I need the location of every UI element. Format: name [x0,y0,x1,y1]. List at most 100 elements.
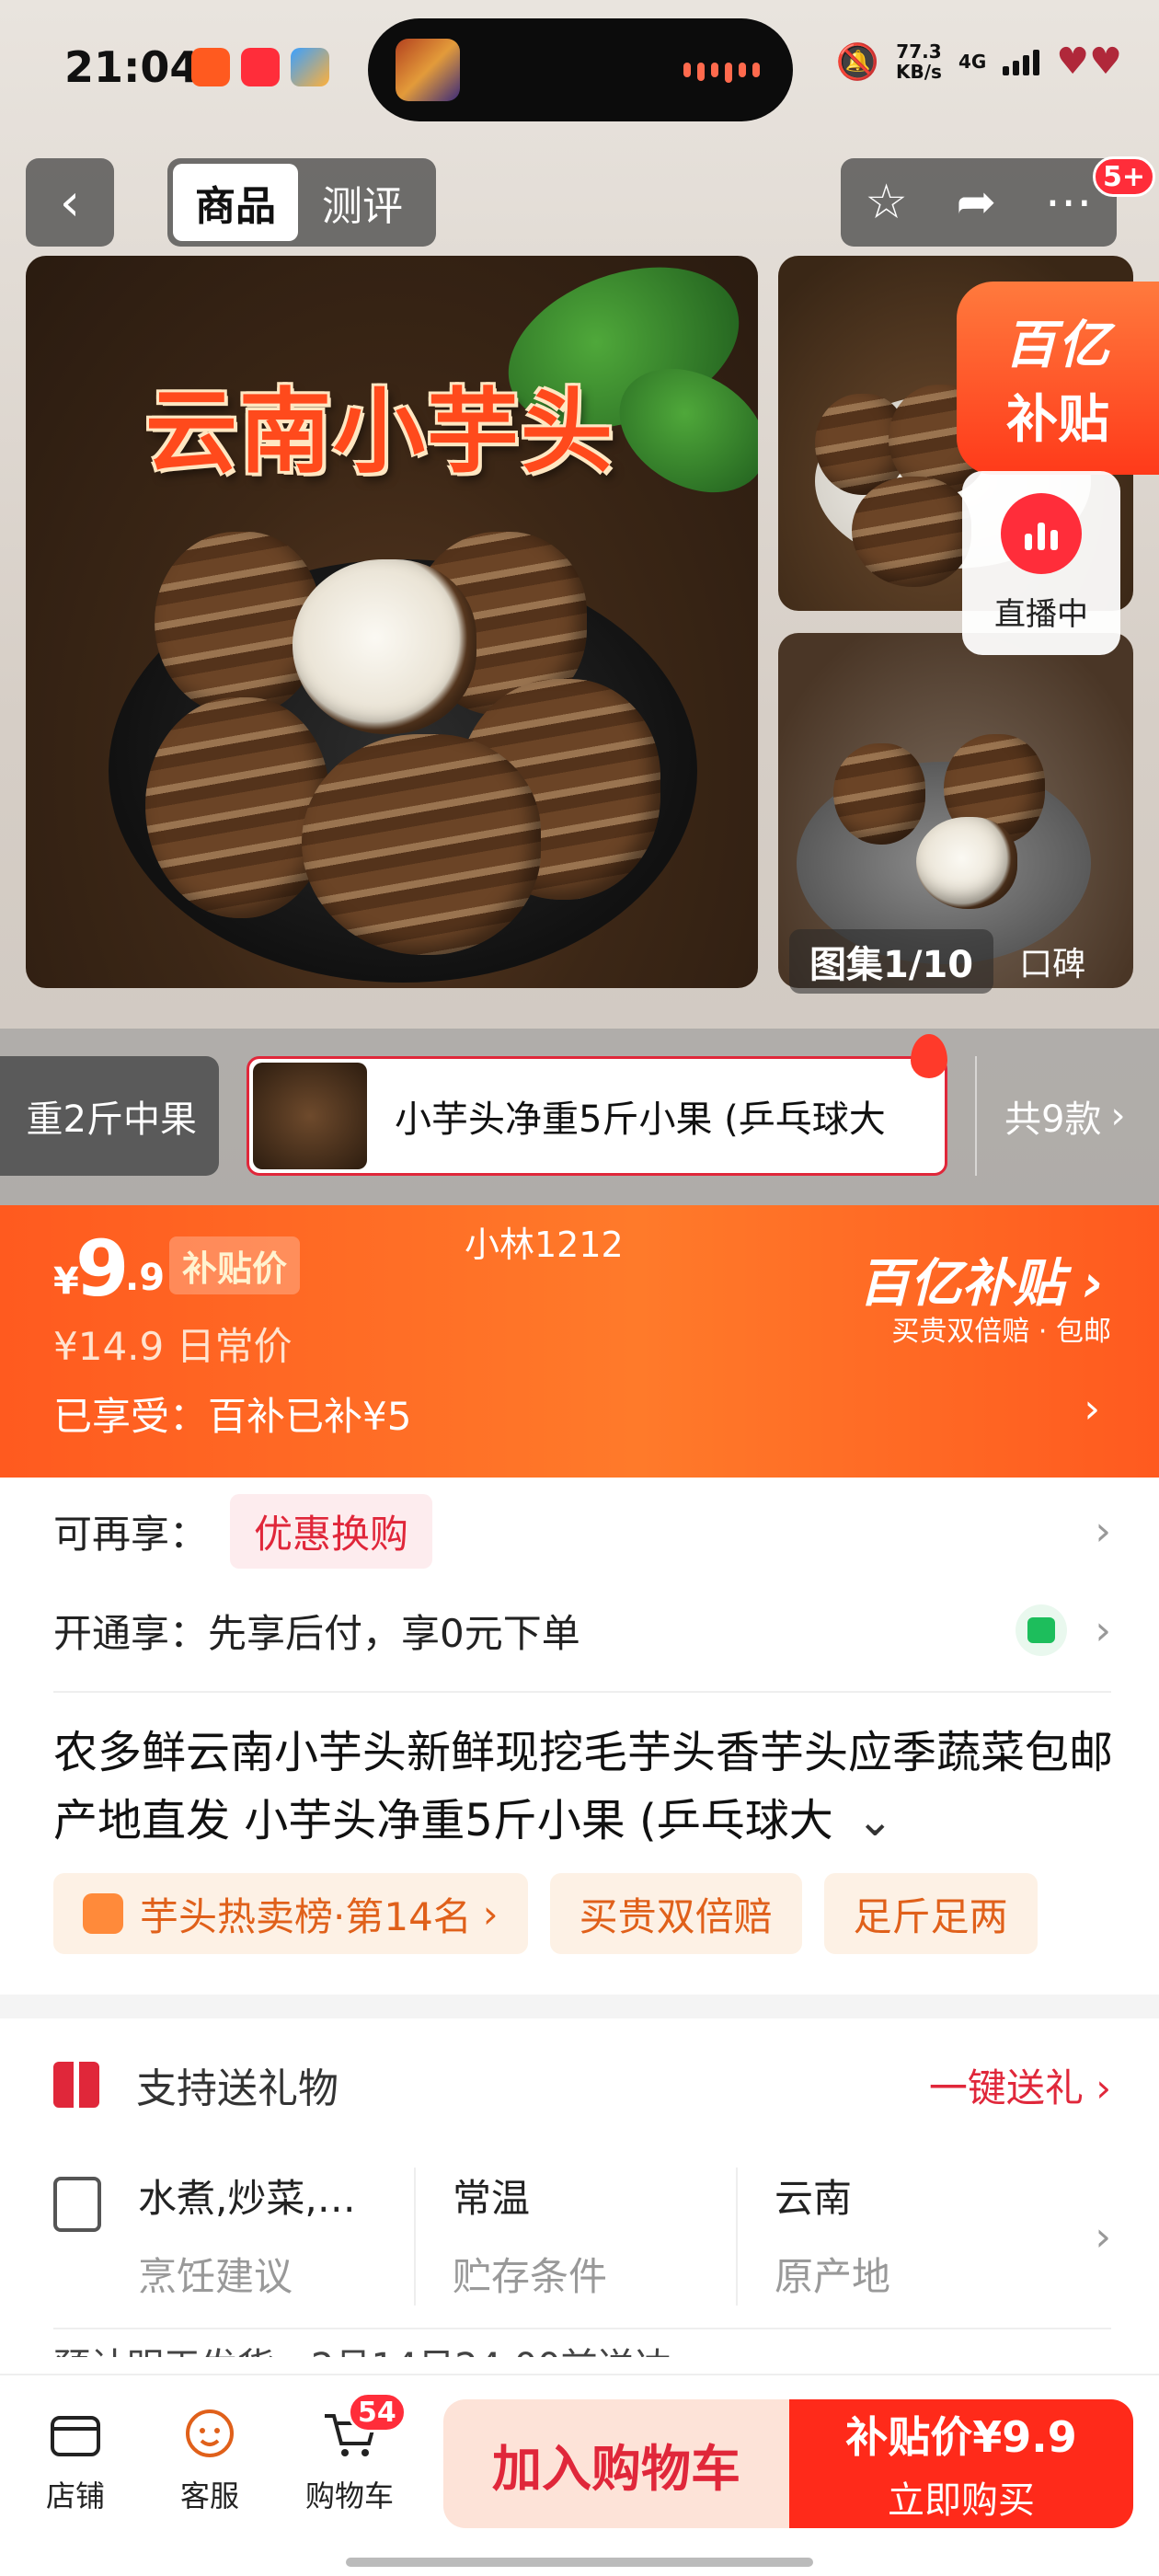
net-speed-unit: KB/s [895,61,942,83]
chevron-right-icon[interactable]: › [1084,1386,1100,1432]
attribute-origin: 云南 原产地 [736,2168,1012,2306]
taro [302,734,541,955]
status-bar: 21:04 🔕 77.3 KB/s 4G ♥♥ [0,0,1159,138]
tag-ranking[interactable]: 芋头热卖榜·第14名 › [53,1873,528,1954]
product-title[interactable]: 农多鲜云南小芋头新鲜现挖毛芋头香芋头应季蔬菜包邮产地直发 小芋头净重5斤小果 (… [53,1719,1120,1855]
taro-cut [916,817,1017,909]
game-thumbnail-icon [396,39,460,101]
subsidy-enjoyed[interactable]: 已享受：百补已补¥5 [53,1386,411,1442]
gallery-index[interactable]: 图集1/10 [789,929,994,994]
price-integer: 9 [75,1224,130,1314]
attribute-value: 常温 [453,2176,531,2221]
sku-option-selected[interactable]: 小芋头净重5斤小果 (乒乓球大 [247,1056,947,1176]
customer-service-button[interactable]: 客服 [145,2403,274,2515]
back-button[interactable]: ‹ [26,158,114,247]
chevron-right-icon: › [1095,1606,1111,1654]
gallery-reviews[interactable]: 口碑 [1019,937,1085,985]
section-gap [0,1995,1159,2018]
customer-service-label: 客服 [179,2478,239,2513]
gift-row[interactable]: 支持送礼物 一键送礼 › [53,2046,1111,2123]
chevron-right-icon: › [482,1891,499,1937]
home-indicator[interactable] [346,2558,813,2567]
sku-thumbnail [253,1063,367,1169]
store-icon [51,2416,100,2456]
mute-bell-icon: 🔕 [835,40,879,82]
attribute-storage: 常温 贮存条件 [414,2168,736,2306]
gift-label: 支持送礼物 [136,2065,339,2112]
chevron-down-icon[interactable]: ⌄ [856,1795,893,1846]
send-gift-link[interactable]: 一键送礼 › [929,2057,1111,2113]
app-notification-icon [241,48,280,86]
buy-now-price: 补贴价¥9.9 [845,2412,1077,2462]
tab-reviews[interactable]: 测评 [298,164,427,241]
attribute-row[interactable]: 水煮,炒菜,… 烹饪建议 常温 贮存条件 云南 原产地 › [53,2168,1111,2306]
more-options-icon[interactable]: ⋯ [1045,175,1093,230]
sku-count-label: 共9款 [1004,1098,1102,1141]
sku-count[interactable]: 共9款 › [975,1056,1125,1176]
cart-badge: 54 [348,2392,407,2432]
tag-full-weight[interactable]: 足斤足两 [823,1873,1038,1954]
live-icon [1001,492,1082,574]
store-button[interactable]: 店铺 [11,2403,140,2515]
subsidy-badge[interactable]: 百亿 补贴 [957,282,1159,475]
document-icon [53,2177,101,2232]
offer-row-pay-later[interactable]: 开通享：先享后付，享0元下单 › [53,1592,1111,1669]
price-banner: ¥ 9 .9 补贴价 小林1212 ¥14.9 日常价 已享受：百补已补¥5 ›… [0,1205,1159,1478]
medal-icon [83,1893,123,1934]
tab-bar: 商品 测评 [167,158,436,247]
daily-price: ¥14.9 日常价 [53,1324,293,1369]
app-notification-icon [191,48,230,86]
price-decimal: .9 [125,1257,166,1299]
audio-bars-icon [683,63,760,83]
taro-cut [293,559,476,734]
live-stream-card[interactable]: 直播中 [962,471,1120,655]
live-label: 直播中 [994,595,1088,633]
sku-selected-label: 小芋头净重5斤小果 (乒乓球大 [395,1098,886,1141]
shopping-bag-icon [1016,1604,1067,1656]
favorite-star-icon[interactable]: ☆ [865,175,908,230]
dynamic-island[interactable] [368,18,793,121]
divider [53,2328,1111,2329]
attribute-key: 烹饪建议 [138,2254,293,2299]
exchange-pill[interactable]: 优惠换购 [230,1493,433,1569]
tag-double-refund[interactable]: 买贵双倍赔 [549,1873,802,1954]
send-gift-label: 一键送礼 [928,2064,1084,2110]
product-tags: 芋头热卖榜·第14名 › 买贵双倍赔 足斤足两 [53,1873,1038,1954]
buy-now-label: 立即购买 [888,2479,1035,2522]
subsidy-brand[interactable]: 百亿补贴 › [858,1242,1104,1317]
store-label: 店铺 [45,2478,105,2513]
chevron-right-icon: › [1110,1095,1126,1137]
shipping-info-partial: 预计明天发货，2月14日24:00前送达 [53,2337,1111,2357]
top-actions: ☆ ➦ ⋯ [841,158,1117,247]
tab-product[interactable]: 商品 [173,164,298,241]
sku-option[interactable]: 重2斤中果 [0,1056,219,1176]
message-badge: 5+ [1093,156,1156,197]
taro [145,697,329,918]
clock: 21:04 [64,42,200,92]
subsidy-badge-line2: 补贴 [1006,390,1109,450]
taro [852,477,971,587]
main-product-image[interactable]: 云南小芋头 [26,256,758,988]
customer-service-icon [186,2409,234,2457]
divider [53,1691,1111,1693]
add-to-cart-button[interactable]: 加入购物车 [443,2399,789,2528]
pay-later-label: 开通享：先享后付，享0元下单 [53,1610,580,1656]
price-type-tag: 补贴价 [169,1236,301,1294]
buy-now-button[interactable]: 补贴价¥9.9 立即购买 [789,2399,1133,2528]
cart-label: 购物车 [304,2478,394,2513]
network-type: 4G [958,51,987,73]
subsidy-brand-sub: 买贵双倍赔 · 包邮 [891,1316,1111,1348]
subsidy-badge-line1: 百亿 [1004,316,1111,375]
net-speed-value: 77.3 [896,40,942,63]
battery-icon: ♥♥ [1056,40,1122,83]
tag-ranking-label: 芋头热卖榜·第14名 [140,1893,472,1939]
status-indicators: 🔕 77.3 KB/s 4G ♥♥ [836,40,1122,83]
attribute-key: 原产地 [775,2254,891,2299]
attribute-value: 水煮,炒菜,… [138,2176,356,2221]
taro [833,743,925,845]
attribute-value: 云南 [775,2176,853,2221]
app-notification-icon [291,48,329,86]
share-icon[interactable]: ➦ [957,175,997,230]
offer-row-exchange[interactable]: 可再享： 优惠换购 › [53,1492,1111,1570]
chevron-right-icon: › [1095,1507,1111,1555]
